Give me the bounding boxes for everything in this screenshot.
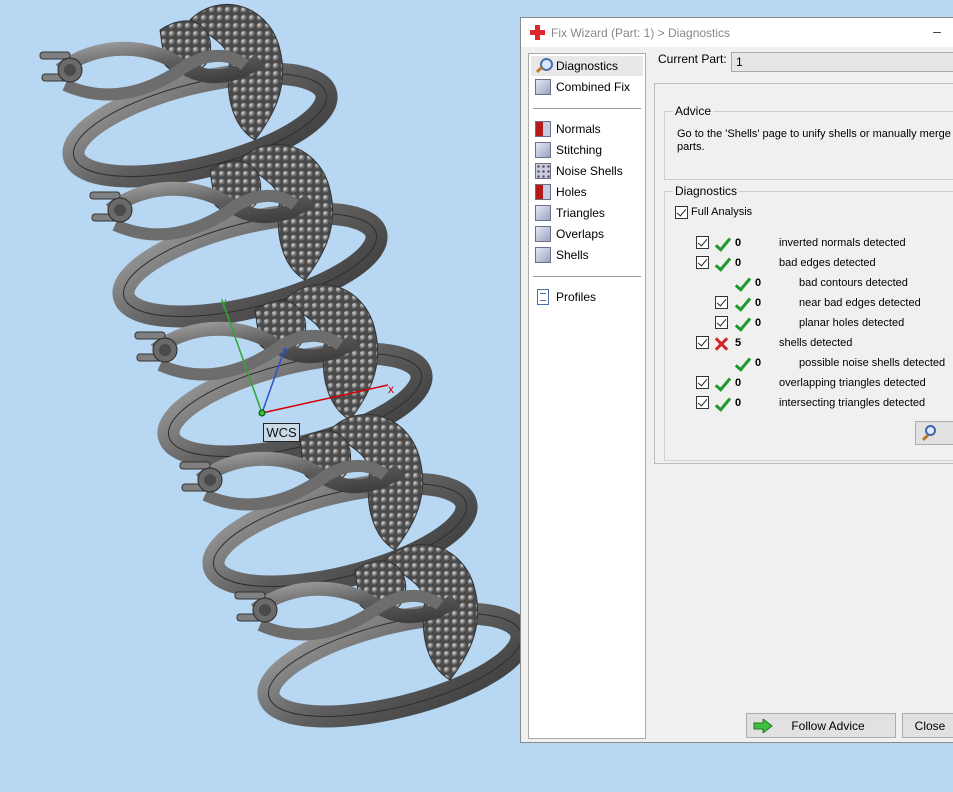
diag-count: 0 [755,277,762,289]
noise-shells-cube-icon [535,163,551,179]
diag-label: inverted normals detected [779,237,906,249]
sidebar-item-label: Diagnostics [556,59,619,73]
wcs-label: WCS [263,423,300,442]
diag-label: shells detected [779,337,853,349]
shells-cube-icon [535,247,551,263]
planar-holes-checkbox[interactable] [715,316,728,329]
sidebar-item-holes[interactable]: Holes [531,182,643,202]
axis-x-label: x [388,382,394,396]
holes-cube-icon [535,184,551,200]
diag-label: bad contours detected [799,277,908,289]
sidebar-item-label: Normals [556,122,601,136]
triangles-cube-icon [535,205,551,221]
diag-count: 0 [735,377,742,389]
full-analysis-checkbox[interactable] [675,206,688,219]
normals-cube-icon [535,121,551,137]
diag-count: 0 [755,357,762,369]
follow-advice-label: Follow Advice [791,718,865,733]
shells-checkbox[interactable] [696,336,709,349]
sidebar-item-overlaps[interactable]: Overlaps [531,224,643,244]
axis-y-label: y [221,296,227,308]
full-analysis-label: Full Analysis [691,206,753,218]
sidebar-item-label: Shells [556,248,589,262]
diag-count: 0 [755,297,762,309]
check-icon [733,276,749,292]
stitching-cube-icon [535,142,551,158]
bad-edges-checkbox[interactable] [696,256,709,269]
sidebar-item-normals[interactable]: Normals [531,119,643,139]
advice-group: Advice Go to the 'Shells' page to unify … [664,104,953,180]
check-icon [713,236,729,252]
diag-label: overlapping triangles detected [779,377,926,389]
diag-count: 0 [755,317,762,329]
sidebar-item-label: Noise Shells [556,164,623,178]
diag-label: planar holes detected [799,317,905,329]
diag-count: 0 [735,397,742,409]
magnifier-handle [921,433,930,442]
sidebar-item-label: Holes [556,185,587,199]
overlapping-triangles-checkbox[interactable] [696,376,709,389]
minimize-button[interactable]: – [930,24,944,40]
sidebar-item-profiles[interactable]: Profiles [531,287,643,307]
sidebar-item-label: Stitching [556,143,603,157]
near-bad-edges-checkbox[interactable] [715,296,728,309]
check-icon [713,396,729,412]
diag-label: intersecting triangles detected [779,397,926,409]
sidebar-item-label: Triangles [556,206,605,220]
check-icon [713,256,729,272]
sidebar-item-label: Profiles [556,290,597,304]
sidebar-item-stitching[interactable]: Stitching [531,140,643,160]
sidebar-item-noise-shells[interactable]: Noise Shells [531,161,643,181]
advice-text: Go to the 'Shells' page to unify shells … [677,128,953,154]
arrow-right-icon [753,719,773,733]
sidebar-divider [533,108,641,109]
fix-wizard-window: Fix Wizard (Part: 1) > Diagnostics – Dia… [520,17,953,743]
document-icon [537,289,549,305]
window-title: Fix Wizard (Part: 1) > Diagnostics [551,25,731,40]
sidebar-divider [533,276,641,277]
diag-label: near bad edges detected [799,297,921,309]
sidebar-item-label: Overlaps [556,227,605,241]
sidebar-item-combined-fix[interactable]: Combined Fix [531,77,643,97]
diagnostics-title: Diagnostics [673,184,740,198]
diag-count: 5 [735,337,742,349]
plus-cross-icon [530,25,545,40]
magnifier-icon [535,58,553,74]
sidebar-item-label: Combined Fix [556,80,631,94]
intersecting-triangles-checkbox[interactable] [696,396,709,409]
diag-label: bad edges detected [779,257,876,269]
follow-advice-button[interactable]: Follow Advice [746,713,896,738]
diagnostics-panel: Advice Go to the 'Shells' page to unify … [654,83,953,464]
diag-count: 0 [735,257,742,269]
current-part-label: Current Part: [658,52,727,66]
check-icon [713,376,729,392]
inspect-button[interactable] [915,421,953,445]
inverted-normals-checkbox[interactable] [696,236,709,249]
close-label: Close [914,718,946,733]
cube-icon [535,79,551,95]
diag-count: 0 [735,237,742,249]
sidebar-item-diagnostics[interactable]: Diagnostics [531,56,643,76]
advice-text-line: Go to the 'Shells' page to unify shells … [677,128,953,140]
close-button[interactable]: Close [902,713,953,738]
axis-z-label: z [282,345,288,357]
error-cross-icon [713,336,729,352]
check-icon [733,356,749,372]
sidebar-item-shells[interactable]: Shells [531,245,643,265]
advice-text-line: parts. [677,141,705,153]
advice-title: Advice [673,104,714,118]
check-icon [733,316,749,332]
title-bar[interactable]: Fix Wizard (Part: 1) > Diagnostics – [521,18,953,47]
wizard-sidebar: Diagnostics Combined Fix Normals Stitchi… [528,53,646,739]
overlaps-cube-icon [535,226,551,242]
diag-label: possible noise shells detected [799,357,946,369]
sidebar-item-triangles[interactable]: Triangles [531,203,643,223]
current-part-field[interactable]: 1 [731,52,953,72]
check-icon [733,296,749,312]
